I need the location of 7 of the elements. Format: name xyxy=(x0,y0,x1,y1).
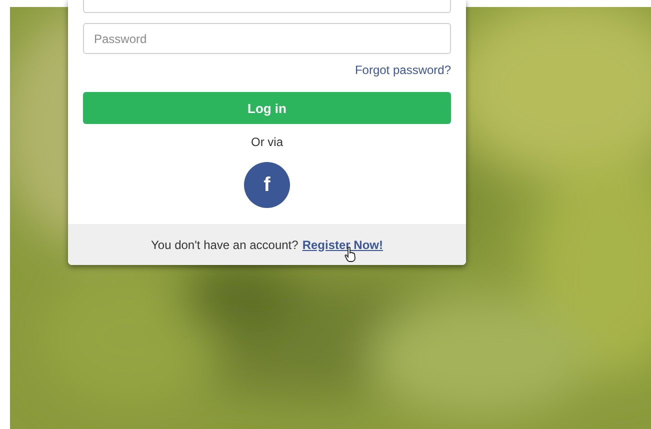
forgot-password-link[interactable]: Forgot password? xyxy=(354,63,451,77)
divider-text: Or via xyxy=(250,135,283,149)
facebook-button[interactable]: f xyxy=(244,162,290,208)
footer-text: You don't have an account? xyxy=(151,238,298,252)
password-field[interactable]: Password xyxy=(83,23,451,54)
input-field[interactable] xyxy=(83,0,451,13)
register-link[interactable]: Register Now! xyxy=(302,238,383,252)
